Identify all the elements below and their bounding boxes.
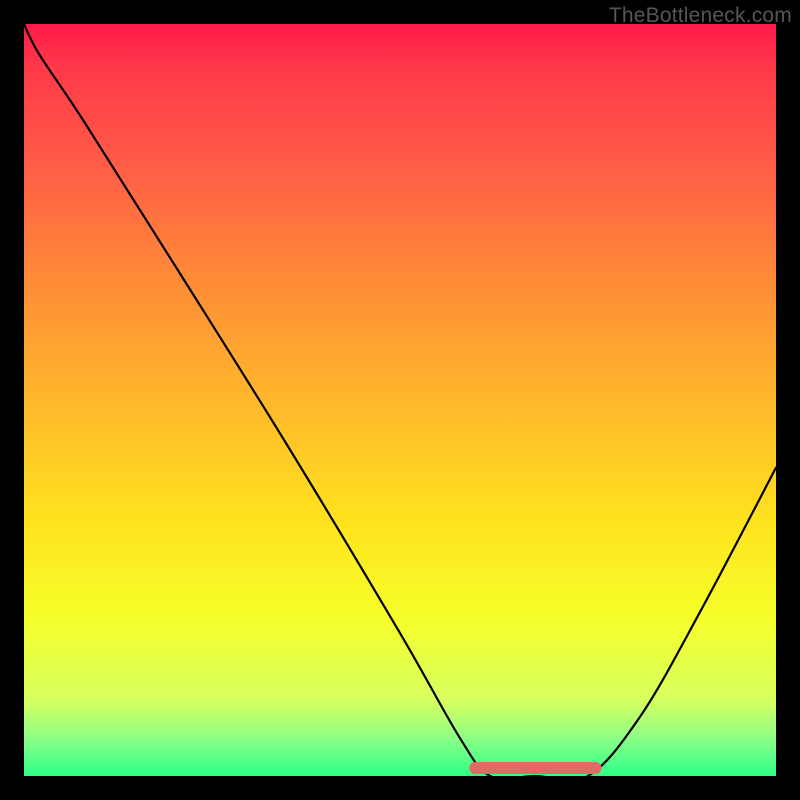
chart-svg (24, 24, 776, 776)
main-curve (24, 24, 776, 776)
plot-area (24, 24, 776, 776)
chart-container: TheBottleneck.com (0, 0, 800, 800)
